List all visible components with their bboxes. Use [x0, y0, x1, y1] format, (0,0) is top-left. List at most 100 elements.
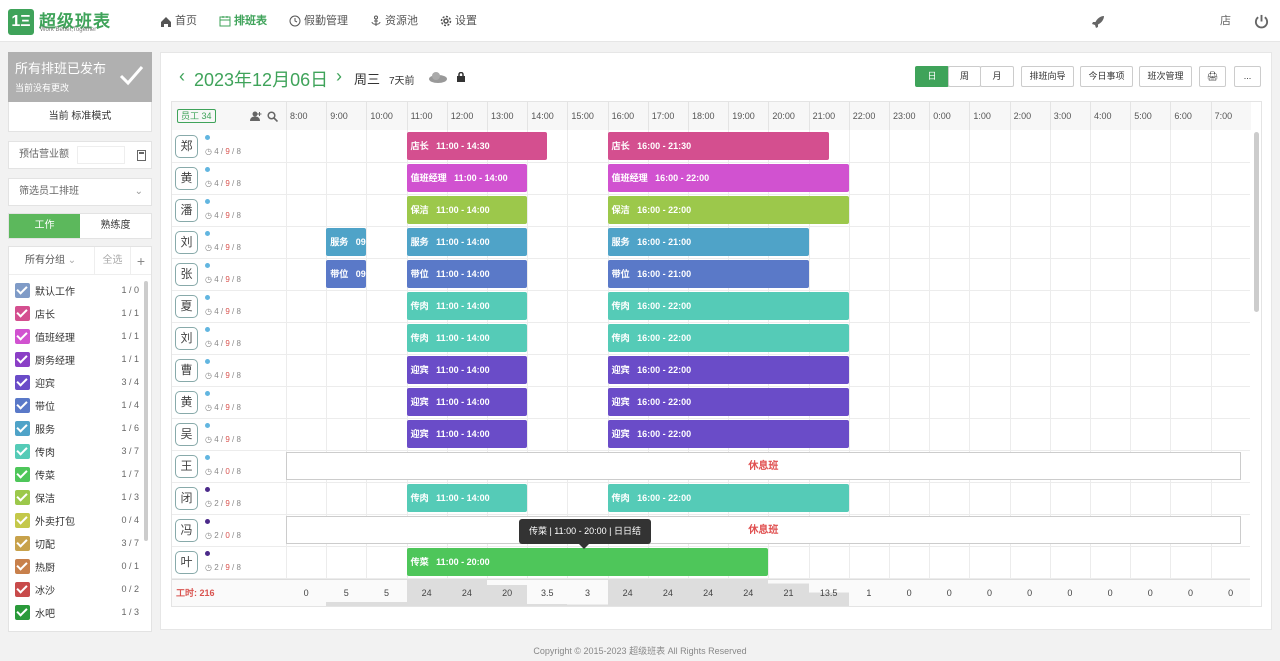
employee-row[interactable]: 冯 ◷ 2 / 0 / 8	[172, 514, 286, 546]
group-checkbox[interactable]	[15, 351, 30, 367]
select-all-button[interactable]: 全选	[95, 247, 131, 274]
shift-block[interactable]: 传肉 16:00 - 22:00	[607, 292, 849, 320]
employee-row[interactable]: 曹 ◷ 4 / 9 / 8	[172, 354, 286, 386]
calculator-icon[interactable]	[137, 150, 146, 161]
avatar[interactable]: 郑	[175, 135, 198, 158]
shift-block[interactable]: 值班经理 11:00 - 14:00	[406, 164, 528, 192]
shift-block[interactable]: 店长 11:00 - 14:30	[406, 132, 548, 160]
avatar[interactable]: 潘	[175, 199, 198, 222]
group-checkbox[interactable]	[15, 512, 30, 528]
avatar[interactable]: 夏	[175, 295, 198, 318]
shift-block[interactable]: 带位 16:00 - 21:00	[607, 260, 809, 288]
shift-block[interactable]: 迎宾 16:00 - 22:00	[607, 388, 849, 416]
mode-label[interactable]: 当前 标准模式	[8, 102, 152, 132]
add-group-button[interactable]: +	[131, 247, 151, 274]
rest-shift[interactable]: 休息班	[286, 452, 1241, 480]
view-day-button[interactable]: 日	[915, 66, 949, 87]
shift-block[interactable]: 迎宾 11:00 - 14:00	[406, 356, 528, 384]
group-scrollbar[interactable]	[144, 281, 148, 541]
logo[interactable]: 1Ξ 超级班表 Work Better,Together	[8, 7, 118, 35]
avatar[interactable]: 叶	[175, 551, 198, 574]
avatar[interactable]: 吴	[175, 423, 198, 446]
nav-item-2[interactable]: 假勤管理	[289, 0, 348, 42]
schedule-wizard-button[interactable]: 排班向导	[1021, 66, 1074, 87]
employee-row[interactable]: 郑 ◷ 4 / 9 / 8	[172, 130, 286, 162]
shift-block[interactable]: 迎宾 11:00 - 14:00	[406, 420, 528, 448]
group-item[interactable]: 外卖打包 0 / 4	[15, 511, 139, 529]
employee-row[interactable]: 黄 ◷ 4 / 9 / 8	[172, 162, 286, 194]
employee-row[interactable]: 王 ◷ 4 / 0 / 8	[172, 450, 286, 482]
today-items-button[interactable]: 今日事项	[1080, 66, 1133, 87]
shift-block[interactable]: 迎宾 16:00 - 22:00	[607, 420, 849, 448]
nav-item-1[interactable]: 排班表	[219, 0, 267, 42]
avatar[interactable]: 张	[175, 263, 198, 286]
employee-row[interactable]: 潘 ◷ 4 / 9 / 8	[172, 194, 286, 226]
shift-block[interactable]: 传肉 11:00 - 14:00	[406, 484, 528, 512]
employee-row[interactable]: 叶 ◷ 2 / 9 / 8	[172, 546, 286, 578]
shift-block[interactable]: 传肉 16:00 - 22:00	[607, 324, 849, 352]
date-title[interactable]: 2023年12月06日	[194, 66, 328, 92]
tab-proficiency[interactable]: 熟练度	[80, 214, 151, 238]
power-icon[interactable]	[1254, 14, 1269, 29]
group-item[interactable]: 迎宾 3 / 4	[15, 373, 139, 391]
shift-block[interactable]: 带位 11:00 - 14:00	[406, 260, 528, 288]
group-checkbox[interactable]	[15, 305, 30, 321]
group-checkbox[interactable]	[15, 443, 30, 459]
group-item[interactable]: 切配 3 / 7	[15, 534, 139, 552]
group-checkbox[interactable]	[15, 282, 30, 298]
employee-row[interactable]: 刘 ◷ 4 / 9 / 8	[172, 226, 286, 258]
shift-block[interactable]: 保洁 11:00 - 14:00	[406, 196, 528, 224]
group-item[interactable]: 水吧 1 / 3	[15, 603, 139, 621]
store-label[interactable]: 店	[1220, 0, 1231, 42]
shift-block[interactable]: 服务 16:00 - 21:00	[607, 228, 809, 256]
avatar[interactable]: 刘	[175, 231, 198, 254]
revenue-input[interactable]	[77, 146, 125, 164]
all-groups-select[interactable]: 所有分组 ⌄	[9, 247, 95, 274]
search-icon[interactable]	[267, 111, 278, 122]
nav-item-0[interactable]: 首页	[160, 0, 197, 42]
nav-item-3[interactable]: 资源池	[370, 0, 418, 42]
shift-block[interactable]: 保洁 16:00 - 22:00	[607, 196, 849, 224]
avatar[interactable]: 冯	[175, 519, 198, 542]
avatar[interactable]: 闭	[175, 487, 198, 510]
employee-filter-select[interactable]: 筛选员工排班 ⌄	[8, 178, 152, 206]
avatar[interactable]: 刘	[175, 327, 198, 350]
revenue-field[interactable]: 预估营业额	[8, 141, 152, 169]
group-item[interactable]: 传肉 3 / 7	[15, 442, 139, 460]
group-checkbox[interactable]	[15, 374, 30, 390]
group-item[interactable]: 服务 1 / 6	[15, 419, 139, 437]
shift-block[interactable]: 迎宾 16:00 - 22:00	[607, 356, 849, 384]
employee-row[interactable]: 黄 ◷ 4 / 9 / 8	[172, 386, 286, 418]
group-item[interactable]: 冰沙 0 / 2	[15, 580, 139, 598]
group-checkbox[interactable]	[15, 535, 30, 551]
group-item[interactable]: 默认工作 1 / 0	[15, 281, 139, 299]
rocket-icon[interactable]	[1090, 14, 1106, 30]
add-user-icon[interactable]	[250, 111, 262, 122]
shift-block[interactable]: 迎宾 11:00 - 14:00	[406, 388, 528, 416]
shift-block[interactable]: 值班经理 16:00 - 22:00	[607, 164, 849, 192]
group-checkbox[interactable]	[15, 581, 30, 597]
view-week-button[interactable]: 周	[948, 66, 981, 87]
tab-work[interactable]: 工作	[9, 214, 80, 238]
group-item[interactable]: 带位 1 / 4	[15, 396, 139, 414]
shift-block[interactable]: 带位 09	[326, 260, 367, 288]
group-item[interactable]: 热厨 0 / 1	[15, 557, 139, 575]
rest-shift[interactable]: 休息班	[286, 516, 1241, 544]
employee-row[interactable]: 闭 ◷ 2 / 9 / 8	[172, 482, 286, 514]
shift-block[interactable]: 传肉 11:00 - 14:00	[406, 324, 528, 352]
shift-block[interactable]: 传肉 16:00 - 22:00	[607, 484, 849, 512]
more-button[interactable]: ...	[1234, 66, 1261, 87]
grid-scrollbar[interactable]	[1254, 132, 1259, 312]
shift-management-button[interactable]: 班次管理	[1139, 66, 1192, 87]
employee-row[interactable]: 张 ◷ 4 / 9 / 8	[172, 258, 286, 290]
shift-block[interactable]: 服务 11:00 - 14:00	[406, 228, 528, 256]
next-day-icon[interactable]: ›	[336, 66, 342, 87]
prev-day-icon[interactable]: ‹	[179, 66, 185, 87]
shift-block[interactable]: 店长 16:00 - 21:30	[607, 132, 829, 160]
group-checkbox[interactable]	[15, 558, 30, 574]
group-checkbox[interactable]	[15, 420, 30, 436]
group-checkbox[interactable]	[15, 489, 30, 505]
employee-row[interactable]: 刘 ◷ 4 / 9 / 8	[172, 322, 286, 354]
nav-item-4[interactable]: 设置	[440, 0, 477, 42]
avatar[interactable]: 黄	[175, 167, 198, 190]
